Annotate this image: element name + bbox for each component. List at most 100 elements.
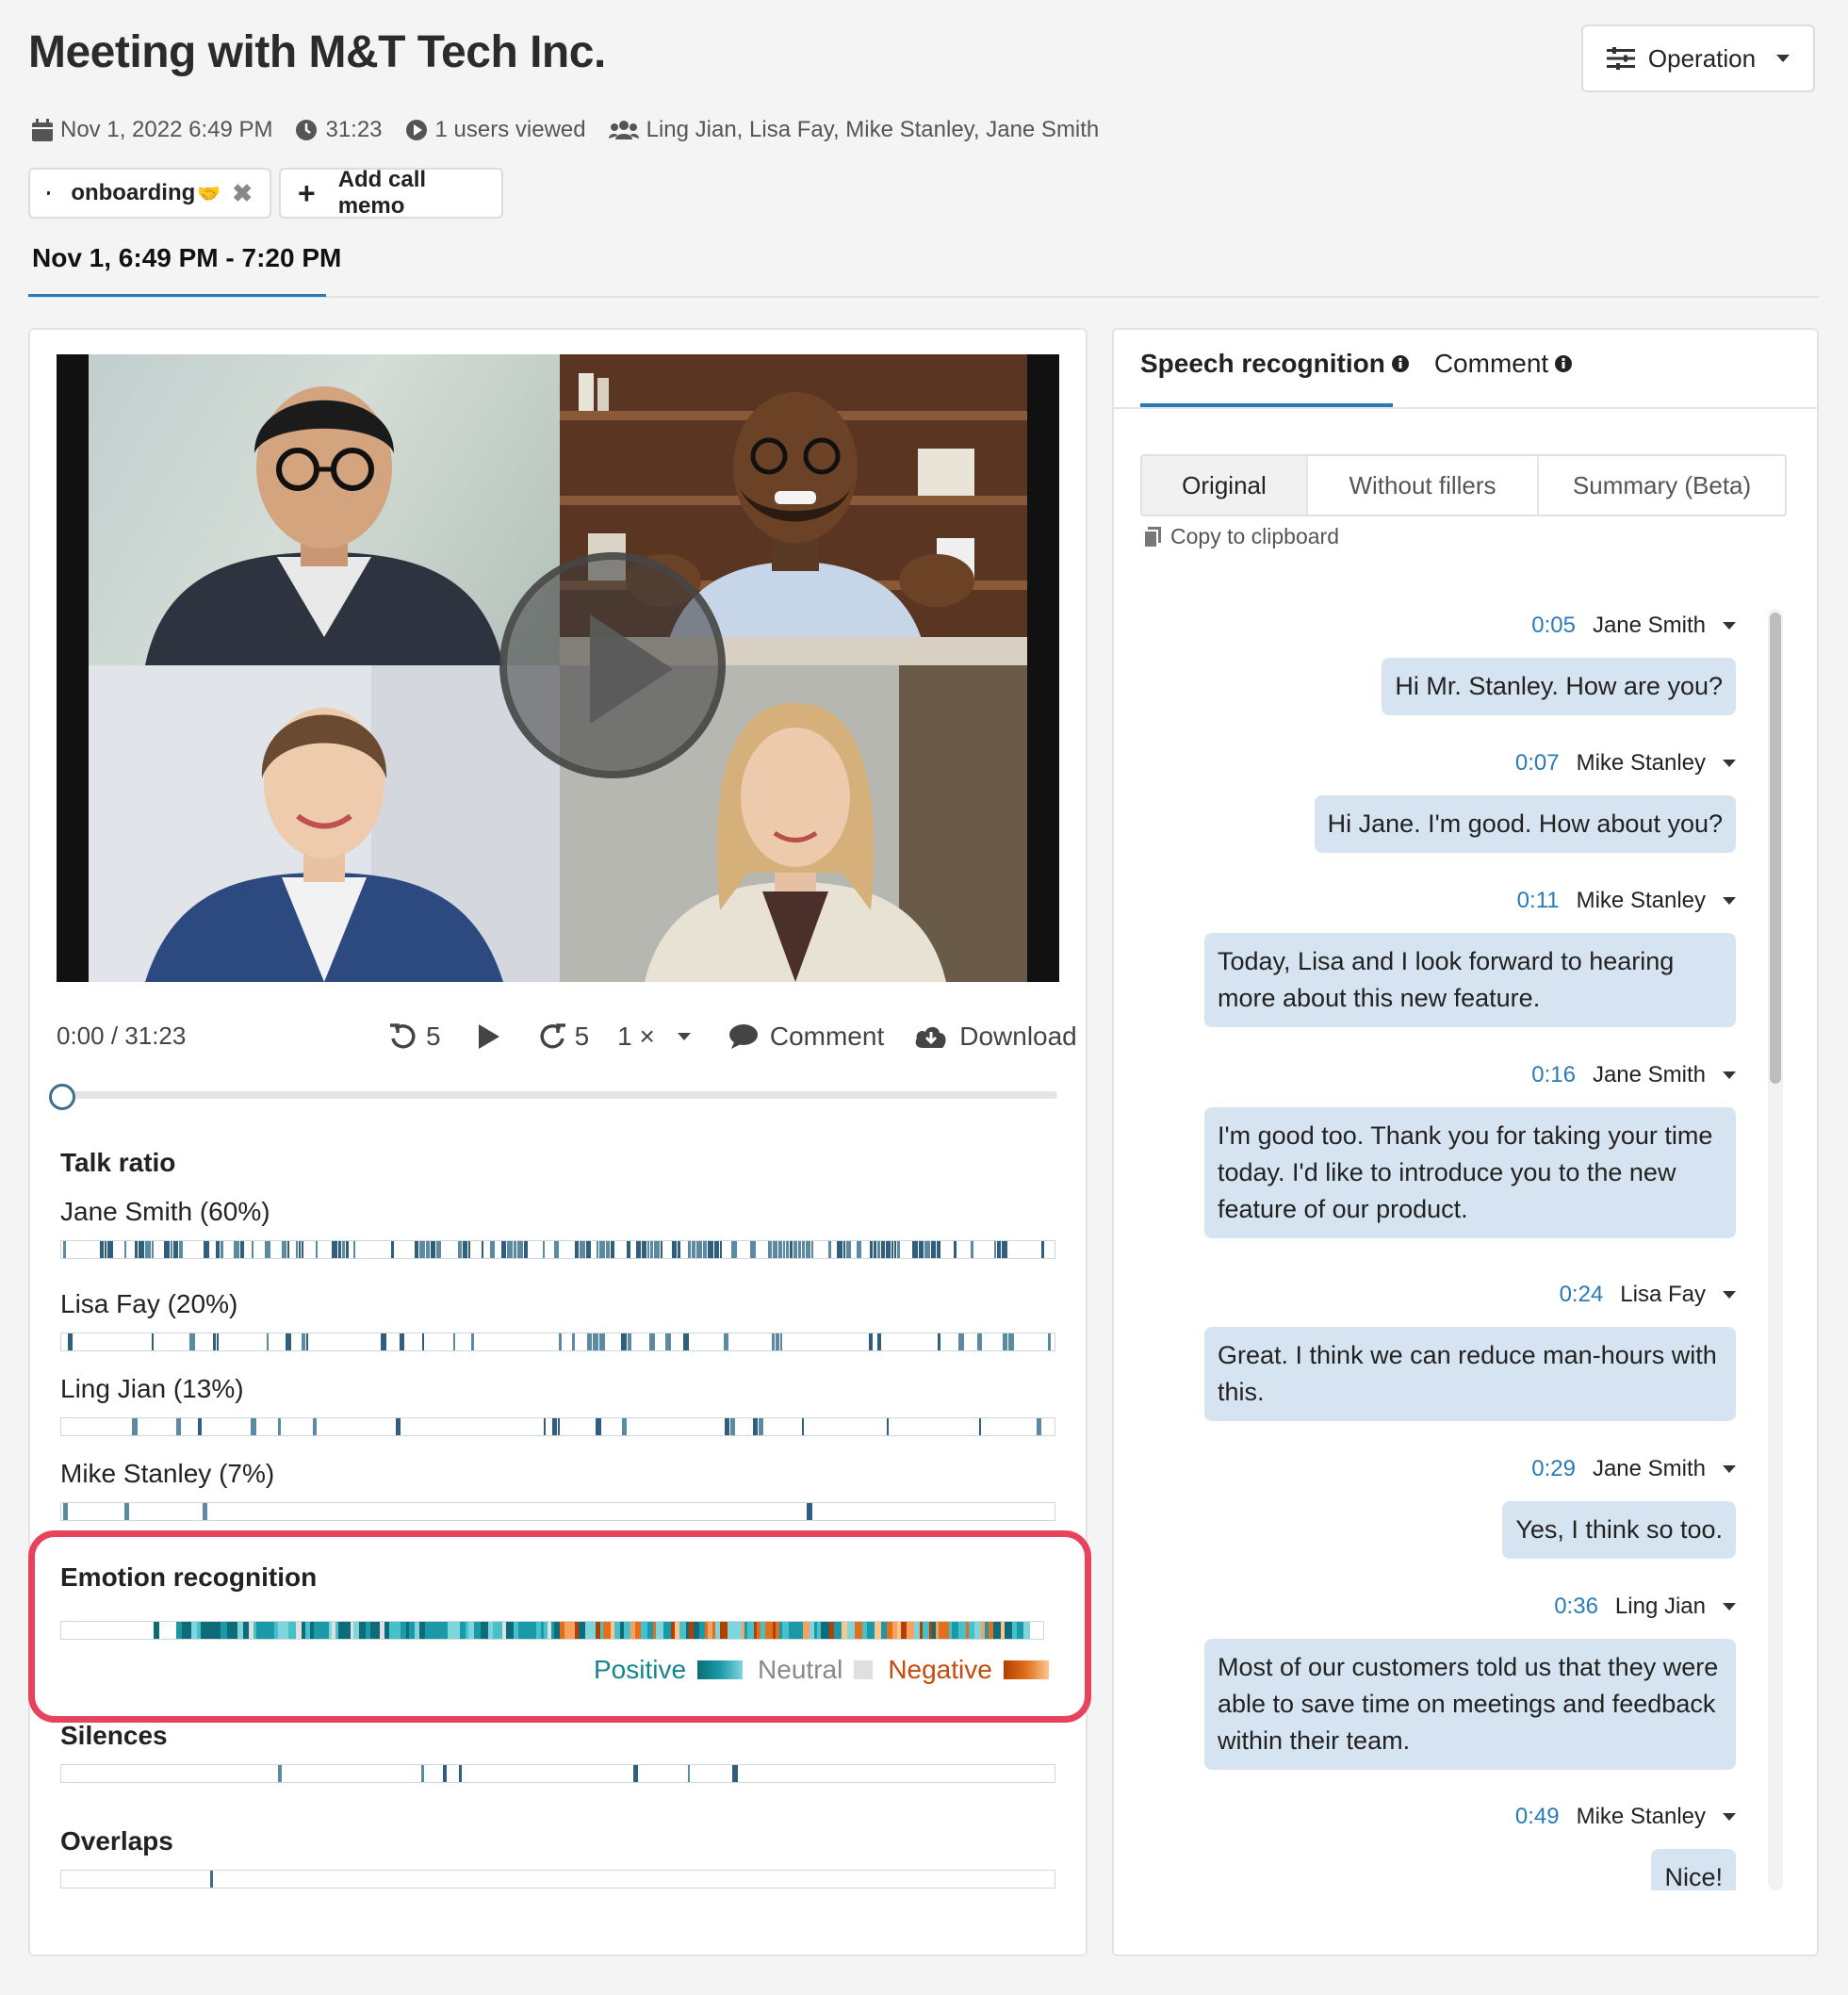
message-timestamp[interactable]: 0:24: [1560, 1282, 1604, 1308]
info-icon: [1555, 355, 1573, 372]
message-speaker[interactable]: Mike Stanley: [1577, 1804, 1706, 1830]
message-header: 0:07 Mike Stanley: [1515, 750, 1736, 777]
talk-segment: [688, 1765, 690, 1782]
tab-active-indicator: [28, 294, 326, 297]
seek-bar[interactable]: [60, 1091, 1057, 1099]
message-timestamp[interactable]: 0:16: [1531, 1062, 1576, 1088]
talk-segment: [514, 1241, 516, 1258]
operation-button[interactable]: Operation: [1581, 25, 1815, 92]
talk-track-jane[interactable]: [60, 1240, 1055, 1259]
mode-without-fillers[interactable]: Without fillers: [1308, 456, 1540, 515]
download-button[interactable]: Download: [914, 1022, 1077, 1052]
message-bubble: Great. I think we can reduce man-hours w…: [1204, 1327, 1736, 1421]
meeting-meta: Nov 1, 2022 6:49 PM 31:23 1 users viewed…: [32, 113, 1112, 147]
talk-bars-jane: [63, 1241, 1044, 1258]
tab-date-range[interactable]: Nov 1, 6:49 PM - 7:20 PM: [32, 243, 341, 273]
talk-segment: [587, 1333, 592, 1350]
overlap-bars: [210, 1871, 213, 1888]
chevron-down-icon[interactable]: [1723, 1465, 1736, 1473]
seek-handle[interactable]: [49, 1084, 75, 1110]
overlaps-track[interactable]: [60, 1870, 1055, 1889]
talk-segment: [586, 1241, 591, 1258]
talk-segment: [296, 1241, 298, 1258]
message-speaker[interactable]: Jane Smith: [1593, 613, 1706, 639]
overlap-mark: [210, 1871, 213, 1888]
play-icon: [590, 614, 673, 724]
message-timestamp[interactable]: 0:11: [1517, 888, 1560, 914]
talk-segment: [353, 1241, 355, 1258]
message-timestamp[interactable]: 0:07: [1515, 750, 1560, 777]
talk-segment: [977, 1333, 982, 1350]
play-button[interactable]: [477, 1022, 501, 1051]
talk-segment: [459, 1765, 462, 1782]
forward-button[interactable]: 5: [537, 1022, 589, 1052]
video-player[interactable]: [57, 354, 1059, 982]
tag-chip-onboarding[interactable]: onboarding 🤝 ✖: [28, 168, 271, 219]
message-timestamp[interactable]: 0:36: [1554, 1594, 1598, 1620]
transcript-scrollbar-thumb[interactable]: [1770, 613, 1781, 1084]
message-speaker[interactable]: Ling Jian: [1615, 1594, 1706, 1620]
mode-summary[interactable]: Summary (Beta): [1539, 456, 1785, 515]
play-circle-icon: [405, 120, 427, 140]
talk-bars-mike: [63, 1503, 812, 1520]
rewind-button[interactable]: 5: [388, 1022, 441, 1052]
copy-to-clipboard-button[interactable]: Copy to clipboard: [1144, 524, 1339, 549]
calendar-icon: [32, 119, 53, 141]
play-overlay-button[interactable]: [499, 552, 726, 778]
tab-comment[interactable]: Comment: [1434, 349, 1573, 379]
talk-segment: [552, 1418, 557, 1435]
message-speaker[interactable]: Jane Smith: [1593, 1456, 1706, 1482]
chevron-down-icon[interactable]: [1723, 760, 1736, 767]
chevron-down-icon[interactable]: [1723, 1603, 1736, 1611]
message-speaker[interactable]: Jane Smith: [1593, 1062, 1706, 1088]
talk-bars-ling: [132, 1418, 1041, 1435]
message-timestamp[interactable]: 0:05: [1531, 613, 1576, 639]
talk-segment: [100, 1241, 104, 1258]
message-speaker[interactable]: Mike Stanley: [1577, 750, 1706, 777]
talk-segment: [750, 1241, 756, 1258]
talk-segment: [124, 1503, 129, 1520]
talk-segment: [778, 1241, 782, 1258]
speech-bubble-icon: [728, 1024, 758, 1049]
message-timestamp[interactable]: 0:49: [1515, 1804, 1560, 1830]
clock-icon: [296, 120, 318, 140]
talk-segment: [580, 1241, 585, 1258]
chevron-down-icon[interactable]: [1723, 897, 1736, 905]
talk-segment: [599, 1241, 605, 1258]
chevron-down-icon[interactable]: [1723, 1813, 1736, 1821]
silences-track[interactable]: [60, 1764, 1055, 1783]
talk-segment: [482, 1241, 483, 1258]
talk-segment: [881, 1241, 885, 1258]
tab-active-indicator: [1140, 403, 1393, 407]
talk-segment: [1041, 1241, 1044, 1258]
message-header: 0:36 Ling Jian: [1554, 1594, 1736, 1620]
speed-select[interactable]: 1 ×: [617, 1022, 691, 1052]
message-speaker[interactable]: Mike Stanley: [1577, 888, 1706, 914]
talk-segment: [431, 1241, 435, 1258]
add-call-memo-button[interactable]: + Add call memo: [279, 167, 503, 219]
talk-segment: [176, 1418, 181, 1435]
chevron-down-icon[interactable]: [1723, 622, 1736, 630]
talk-track-mike[interactable]: [60, 1502, 1055, 1521]
tab-speech-recognition[interactable]: Speech recognition: [1140, 349, 1410, 379]
close-icon[interactable]: ✖: [232, 179, 253, 208]
talk-track-ling[interactable]: [60, 1417, 1055, 1436]
message-bubble: Nice!: [1651, 1849, 1736, 1890]
chevron-down-icon[interactable]: [1723, 1291, 1736, 1299]
message-header: 0:49 Mike Stanley: [1515, 1804, 1736, 1830]
talk-segment: [649, 1333, 655, 1350]
talk-segment: [593, 1333, 598, 1350]
message-speaker[interactable]: Lisa Fay: [1620, 1282, 1706, 1308]
view-count: 1 users viewed: [434, 117, 586, 142]
talk-segment: [886, 1241, 891, 1258]
chevron-down-icon[interactable]: [1723, 1071, 1736, 1079]
talk-segment: [877, 1333, 881, 1350]
talk-track-lisa[interactable]: [60, 1333, 1055, 1351]
talk-segment: [661, 1241, 662, 1258]
talk-segment: [575, 1241, 579, 1258]
message-timestamp[interactable]: 0:29: [1531, 1456, 1576, 1482]
comment-button[interactable]: Comment: [728, 1022, 884, 1052]
mode-original[interactable]: Original: [1142, 456, 1308, 515]
chevron-down-icon: [1776, 55, 1791, 62]
talk-segment: [720, 1241, 722, 1258]
